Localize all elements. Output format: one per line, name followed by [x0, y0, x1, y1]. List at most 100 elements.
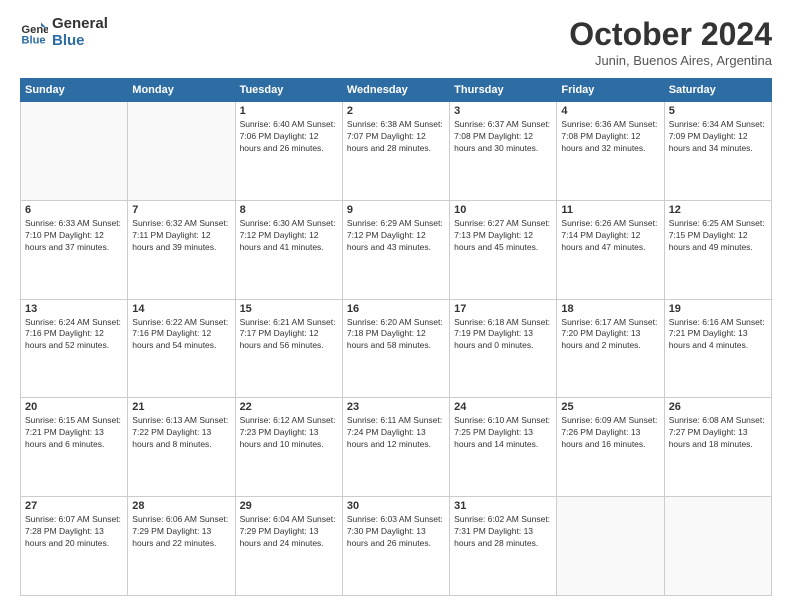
day-number: 31 — [454, 500, 552, 512]
day-number: 26 — [669, 401, 767, 413]
calendar-cell: 18Sunrise: 6:17 AM Sunset: 7:20 PM Dayli… — [557, 299, 664, 398]
day-number: 4 — [561, 105, 659, 117]
day-number: 21 — [132, 401, 230, 413]
day-number: 3 — [454, 105, 552, 117]
day-info: Sunrise: 6:16 AM Sunset: 7:21 PM Dayligh… — [669, 317, 767, 353]
calendar-cell: 26 Sunrise: 6:08 AM Sunset: 7:27 PM Dayli… — [664, 398, 771, 497]
calendar-cell — [664, 497, 771, 596]
calendar-cell: 23 Sunrise: 6:11 AM Sunset: 7:24 PM Dayli… — [342, 398, 449, 497]
calendar-cell: 13 Sunrise: 6:24 AM Sunset: 7:16 PM Dayli… — [21, 299, 128, 398]
calendar-cell: 16 Sunrise: 6:20 AM Sunset: 7:18 PM Dayli… — [342, 299, 449, 398]
day-info: Sunrise: 6:09 AM Sunset: 7:26 PM Dayligh… — [561, 415, 659, 451]
page: General Blue General Blue October 2024 J… — [0, 0, 792, 612]
calendar-cell: 5Sunrise: 6:34 AM Sunset: 7:09 PM Daylig… — [664, 102, 771, 201]
day-number: 13 — [25, 303, 123, 315]
calendar-cell: 21 Sunrise: 6:13 AM Sunset: 7:22 PM Dayli… — [128, 398, 235, 497]
title-block: October 2024 Junin, Buenos Aires, Argent… — [569, 16, 772, 68]
calendar-week-4: 20 Sunrise: 6:15 AM Sunset: 7:21 PM Dayli… — [21, 398, 772, 497]
calendar-cell: 28Sunrise: 6:06 AM Sunset: 7:29 PM Dayli… — [128, 497, 235, 596]
calendar-cell: 1 Sunrise: 6:40 AM Sunset: 7:06 PM Daylig… — [235, 102, 342, 201]
day-info: Sunrise: 6:20 AM Sunset: 7:18 PM Dayligh… — [347, 317, 445, 353]
day-number: 25 — [561, 401, 659, 413]
day-info: Sunrise: 6:21 AM Sunset: 7:17 PM Dayligh… — [240, 317, 338, 353]
subtitle: Junin, Buenos Aires, Argentina — [569, 53, 772, 68]
calendar-cell: 30Sunrise: 6:03 AM Sunset: 7:30 PM Dayli… — [342, 497, 449, 596]
day-number: 11 — [561, 204, 659, 216]
day-number: 23 — [347, 401, 445, 413]
day-info: Sunrise: 6:29 AM Sunset: 7:12 PM Dayligh… — [347, 218, 445, 254]
day-number: 20 — [25, 401, 123, 413]
day-number: 1 — [240, 105, 338, 117]
calendar-cell: 11 Sunrise: 6:26 AM Sunset: 7:14 PM Dayli… — [557, 200, 664, 299]
day-info: Sunrise: 6:36 AM Sunset: 7:08 PM Dayligh… — [561, 119, 659, 155]
day-number: 30 — [347, 500, 445, 512]
day-number: 24 — [454, 401, 552, 413]
svg-text:Blue: Blue — [21, 34, 45, 46]
calendar-cell: 6 Sunrise: 6:33 AM Sunset: 7:10 PM Daylig… — [21, 200, 128, 299]
day-info: Sunrise: 6:32 AM Sunset: 7:11 PM Dayligh… — [132, 218, 230, 254]
calendar-cell: 9 Sunrise: 6:29 AM Sunset: 7:12 PM Daylig… — [342, 200, 449, 299]
day-number: 28 — [132, 500, 230, 512]
calendar-week-5: 27 Sunrise: 6:07 AM Sunset: 7:28 PM Dayli… — [21, 497, 772, 596]
calendar-cell: 12Sunrise: 6:25 AM Sunset: 7:15 PM Dayli… — [664, 200, 771, 299]
day-number: 15 — [240, 303, 338, 315]
day-info: Sunrise: 6:08 AM Sunset: 7:27 PM Dayligh… — [669, 415, 767, 451]
day-info: Sunrise: 6:26 AM Sunset: 7:14 PM Dayligh… — [561, 218, 659, 254]
calendar-cell: 2 Sunrise: 6:38 AM Sunset: 7:07 PM Daylig… — [342, 102, 449, 201]
calendar-cell: 19 Sunrise: 6:16 AM Sunset: 7:21 PM Dayli… — [664, 299, 771, 398]
calendar-week-3: 13 Sunrise: 6:24 AM Sunset: 7:16 PM Dayli… — [21, 299, 772, 398]
calendar-table: Sunday Monday Tuesday Wednesday Thursday… — [20, 78, 772, 596]
calendar-cell — [21, 102, 128, 201]
calendar-cell: 15 Sunrise: 6:21 AM Sunset: 7:17 PM Dayli… — [235, 299, 342, 398]
day-info: Sunrise: 6:07 AM Sunset: 7:28 PM Dayligh… — [25, 514, 123, 550]
calendar-cell: 8Sunrise: 6:30 AM Sunset: 7:12 PM Daylig… — [235, 200, 342, 299]
day-number: 12 — [669, 204, 767, 216]
day-number: 7 — [132, 204, 230, 216]
col-tuesday: Tuesday — [235, 79, 342, 102]
day-info: Sunrise: 6:15 AM Sunset: 7:21 PM Dayligh… — [25, 415, 123, 451]
day-info: Sunrise: 6:38 AM Sunset: 7:07 PM Dayligh… — [347, 119, 445, 155]
col-friday: Friday — [557, 79, 664, 102]
day-info: Sunrise: 6:33 AM Sunset: 7:10 PM Dayligh… — [25, 218, 123, 254]
day-info: Sunrise: 6:12 AM Sunset: 7:23 PM Dayligh… — [240, 415, 338, 451]
day-info: Sunrise: 6:02 AM Sunset: 7:31 PM Dayligh… — [454, 514, 552, 550]
col-sunday: Sunday — [21, 79, 128, 102]
calendar-cell: 27 Sunrise: 6:07 AM Sunset: 7:28 PM Dayli… — [21, 497, 128, 596]
header: General Blue General Blue October 2024 J… — [20, 16, 772, 68]
calendar-header-row: Sunday Monday Tuesday Wednesday Thursday… — [21, 79, 772, 102]
day-number: 18 — [561, 303, 659, 315]
calendar-cell: 31 Sunrise: 6:02 AM Sunset: 7:31 PM Dayli… — [450, 497, 557, 596]
day-number: 17 — [454, 303, 552, 315]
day-number: 19 — [669, 303, 767, 315]
calendar-week-1: 1 Sunrise: 6:40 AM Sunset: 7:06 PM Daylig… — [21, 102, 772, 201]
day-info: Sunrise: 6:24 AM Sunset: 7:16 PM Dayligh… — [25, 317, 123, 353]
day-number: 9 — [347, 204, 445, 216]
col-thursday: Thursday — [450, 79, 557, 102]
calendar-cell: 4 Sunrise: 6:36 AM Sunset: 7:08 PM Daylig… — [557, 102, 664, 201]
day-info: Sunrise: 6:30 AM Sunset: 7:12 PM Dayligh… — [240, 218, 338, 254]
calendar-cell: 10Sunrise: 6:27 AM Sunset: 7:13 PM Dayli… — [450, 200, 557, 299]
day-number: 5 — [669, 105, 767, 117]
day-number: 27 — [25, 500, 123, 512]
day-info: Sunrise: 6:37 AM Sunset: 7:08 PM Dayligh… — [454, 119, 552, 155]
day-number: 6 — [25, 204, 123, 216]
col-saturday: Saturday — [664, 79, 771, 102]
day-number: 14 — [132, 303, 230, 315]
day-number: 16 — [347, 303, 445, 315]
calendar-cell: 7 Sunrise: 6:32 AM Sunset: 7:11 PM Daylig… — [128, 200, 235, 299]
day-number: 2 — [347, 105, 445, 117]
calendar-cell: 3 Sunrise: 6:37 AM Sunset: 7:08 PM Daylig… — [450, 102, 557, 201]
calendar-cell: 14 Sunrise: 6:22 AM Sunset: 7:16 PM Dayli… — [128, 299, 235, 398]
day-info: Sunrise: 6:27 AM Sunset: 7:13 PM Dayligh… — [454, 218, 552, 254]
month-title: October 2024 — [569, 16, 772, 53]
day-info: Sunrise: 6:22 AM Sunset: 7:16 PM Dayligh… — [132, 317, 230, 353]
calendar-cell: 24 Sunrise: 6:10 AM Sunset: 7:25 PM Dayli… — [450, 398, 557, 497]
day-info: Sunrise: 6:11 AM Sunset: 7:24 PM Dayligh… — [347, 415, 445, 451]
col-wednesday: Wednesday — [342, 79, 449, 102]
day-info: Sunrise: 6:40 AM Sunset: 7:06 PM Dayligh… — [240, 119, 338, 155]
logo: General Blue General Blue — [20, 16, 108, 49]
calendar-cell: 17Sunrise: 6:18 AM Sunset: 7:19 PM Dayli… — [450, 299, 557, 398]
day-info: Sunrise: 6:13 AM Sunset: 7:22 PM Dayligh… — [132, 415, 230, 451]
day-info: Sunrise: 6:10 AM Sunset: 7:25 PM Dayligh… — [454, 415, 552, 451]
calendar-cell: 25 Sunrise: 6:09 AM Sunset: 7:26 PM Dayli… — [557, 398, 664, 497]
